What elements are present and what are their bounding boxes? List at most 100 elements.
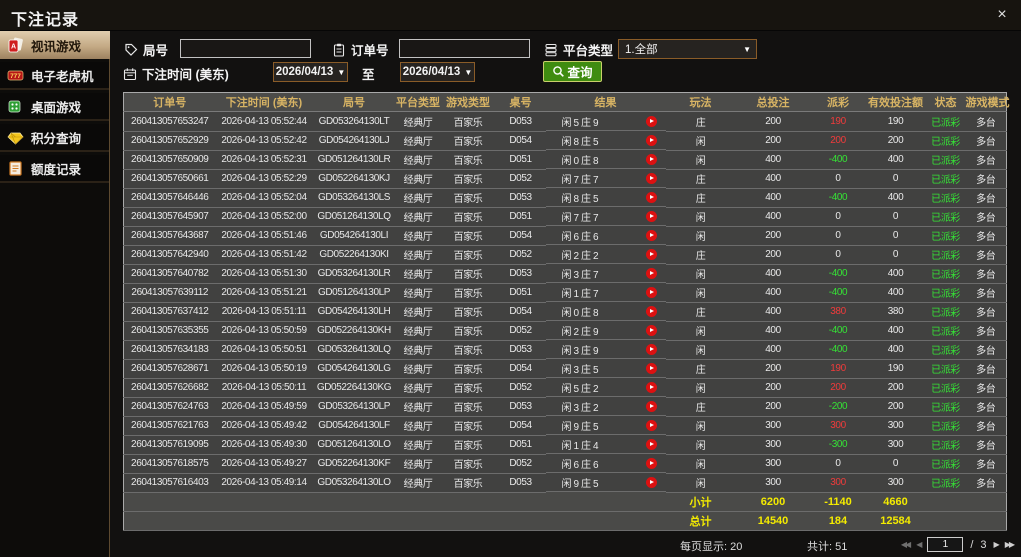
play-video-icon[interactable] [645, 419, 657, 431]
result-text: 闲 5 庄 9 [561, 117, 599, 129]
table-row: 260413057653247 2026-04-13 05:52:44 GD0532… [123, 111, 1007, 132]
play-video-icon[interactable] [645, 134, 657, 146]
cell-game-mode: 多台 [965, 302, 1007, 322]
cell-bet-time: 2026-04-13 05:52:42 [215, 131, 313, 151]
cell-play-type: 庄 [665, 111, 736, 132]
play-video-icon[interactable] [645, 343, 657, 355]
cell-table-no: D053 [495, 264, 546, 284]
cell-payout: 300 [810, 473, 866, 493]
cell-platform-type: 经典厅 [395, 378, 441, 398]
cell-payout: 0 [810, 454, 866, 474]
cell-platform-type: 经典厅 [395, 131, 441, 151]
cell-total-bet: 200 [735, 131, 811, 151]
cell-result: 闲 5 庄 2 [545, 378, 666, 397]
result-text: 闲 8 庄 5 [561, 136, 599, 148]
dice-icon [8, 100, 21, 112]
sidebar-item-video-games[interactable]: A 视讯游戏 [0, 31, 121, 59]
cell-round-no: GD053264130LO [312, 473, 396, 493]
cell-table-no: D051 [495, 207, 546, 227]
cell-status: 已派彩 [925, 340, 966, 360]
play-video-icon[interactable] [645, 210, 657, 222]
sidebar-item-credit-records[interactable]: 额度记录 [0, 155, 109, 183]
close-icon[interactable]: × [992, 5, 1012, 25]
cell-valid-bet: 0 [865, 454, 926, 474]
result-text: 闲 2 庄 2 [561, 250, 599, 262]
col-bet-time: 下注时间 (美东) [215, 92, 313, 112]
date-from-picker[interactable]: 2026/04/13 ▼ [273, 62, 348, 82]
bet-time-label: 下注时间 (美东) [142, 68, 229, 82]
table-row: 260413057650661 2026-04-13 05:52:29 GD0522… [123, 169, 1007, 189]
empty-cell [965, 511, 1007, 531]
sidebar-item-slot-machines[interactable]: 777 电子老虎机 [0, 62, 109, 90]
round-no-input[interactable] [180, 39, 311, 58]
play-video-icon[interactable] [645, 476, 657, 488]
play-video-icon[interactable] [645, 362, 657, 374]
play-video-icon[interactable] [645, 286, 657, 298]
cell-bet-time: 2026-04-13 05:51:11 [215, 302, 313, 322]
play-video-icon[interactable] [645, 248, 657, 260]
table-row: 260413057626682 2026-04-13 05:50:11 GD0522… [123, 378, 1007, 398]
cell-valid-bet: 0 [865, 245, 926, 265]
play-video-icon[interactable] [645, 438, 657, 450]
playing-cards-icon: A [8, 37, 23, 52]
cell-status: 已派彩 [925, 416, 966, 436]
cell-round-no: GD053264130LS [312, 188, 396, 208]
table-row: 260413057619095 2026-04-13 05:49:30 GD0512… [123, 435, 1007, 455]
search-icon [553, 66, 565, 77]
cell-total-bet: 400 [735, 340, 811, 360]
cell-game-mode: 多台 [965, 226, 1007, 246]
page-number-input[interactable] [927, 537, 964, 552]
grand-total-row: 总计 14540 184 12584 [123, 511, 1007, 531]
play-video-icon[interactable] [645, 457, 657, 469]
order-no-input[interactable] [399, 39, 530, 58]
cell-valid-bet: 400 [865, 340, 926, 360]
search-button[interactable]: 查询 [543, 61, 602, 82]
cell-platform-type: 经典厅 [395, 397, 441, 417]
play-video-icon[interactable] [645, 191, 657, 203]
cell-bet-time: 2026-04-13 05:50:51 [215, 340, 313, 360]
cell-status: 已派彩 [925, 473, 966, 493]
date-to-picker[interactable]: 2026/04/13 ▼ [400, 62, 475, 82]
cell-round-no: GD053264130LR [312, 264, 396, 284]
last-page-icon[interactable]: ▶▶ [1005, 540, 1015, 549]
play-video-icon[interactable] [645, 115, 657, 127]
play-video-icon[interactable] [645, 229, 657, 241]
cell-valid-bet: 0 [865, 226, 926, 246]
cell-status: 已派彩 [925, 150, 966, 170]
cell-game-mode: 多台 [965, 131, 1007, 151]
cell-game-mode: 多台 [965, 416, 1007, 436]
result-text: 闲 3 庄 5 [561, 364, 599, 376]
cell-platform-type: 经典厅 [395, 340, 441, 360]
cell-payout: 380 [810, 302, 866, 322]
cell-valid-bet: 0 [865, 207, 926, 227]
first-page-icon[interactable]: ◀◀ [901, 540, 911, 549]
cell-status: 已派彩 [925, 302, 966, 322]
play-video-icon[interactable] [645, 400, 657, 412]
cell-play-type: 闲 [665, 207, 736, 227]
cell-valid-bet: 300 [865, 416, 926, 436]
prev-page-icon[interactable]: ◀ [916, 540, 922, 549]
play-video-icon[interactable] [645, 324, 657, 336]
subtotal-row: 小计 6200 -1140 4660 [123, 492, 1007, 512]
play-video-icon[interactable] [645, 305, 657, 317]
cell-play-type: 庄 [665, 302, 736, 322]
next-page-icon[interactable]: ▶ [994, 540, 1000, 549]
cell-platform-type: 经典厅 [395, 150, 441, 170]
play-video-icon[interactable] [645, 172, 657, 184]
platform-type-select[interactable]: 1.全部 ▼ [618, 39, 757, 59]
title-bar: 下注记录 × [0, 0, 1021, 31]
cell-play-type: 闲 [665, 473, 736, 493]
sidebar-item-table-games[interactable]: 桌面游戏 [0, 93, 109, 121]
cell-play-type: 闲 [665, 435, 736, 455]
sidebar-item-label: 电子老虎机 [31, 69, 94, 84]
play-video-icon[interactable] [645, 381, 657, 393]
platform-type-label-group: 平台类型 [544, 40, 613, 59]
play-video-icon[interactable] [645, 153, 657, 165]
order-no-label-group: 订单号 [332, 40, 389, 59]
play-video-icon[interactable] [645, 267, 657, 279]
svg-text:777: 777 [10, 73, 21, 80]
cell-total-bet: 400 [735, 321, 811, 341]
table-row: 260413057650909 2026-04-13 05:52:31 GD0512… [123, 150, 1007, 170]
cell-platform-type: 经典厅 [395, 473, 441, 493]
sidebar-item-points-query[interactable]: 积分查询 [0, 124, 109, 152]
